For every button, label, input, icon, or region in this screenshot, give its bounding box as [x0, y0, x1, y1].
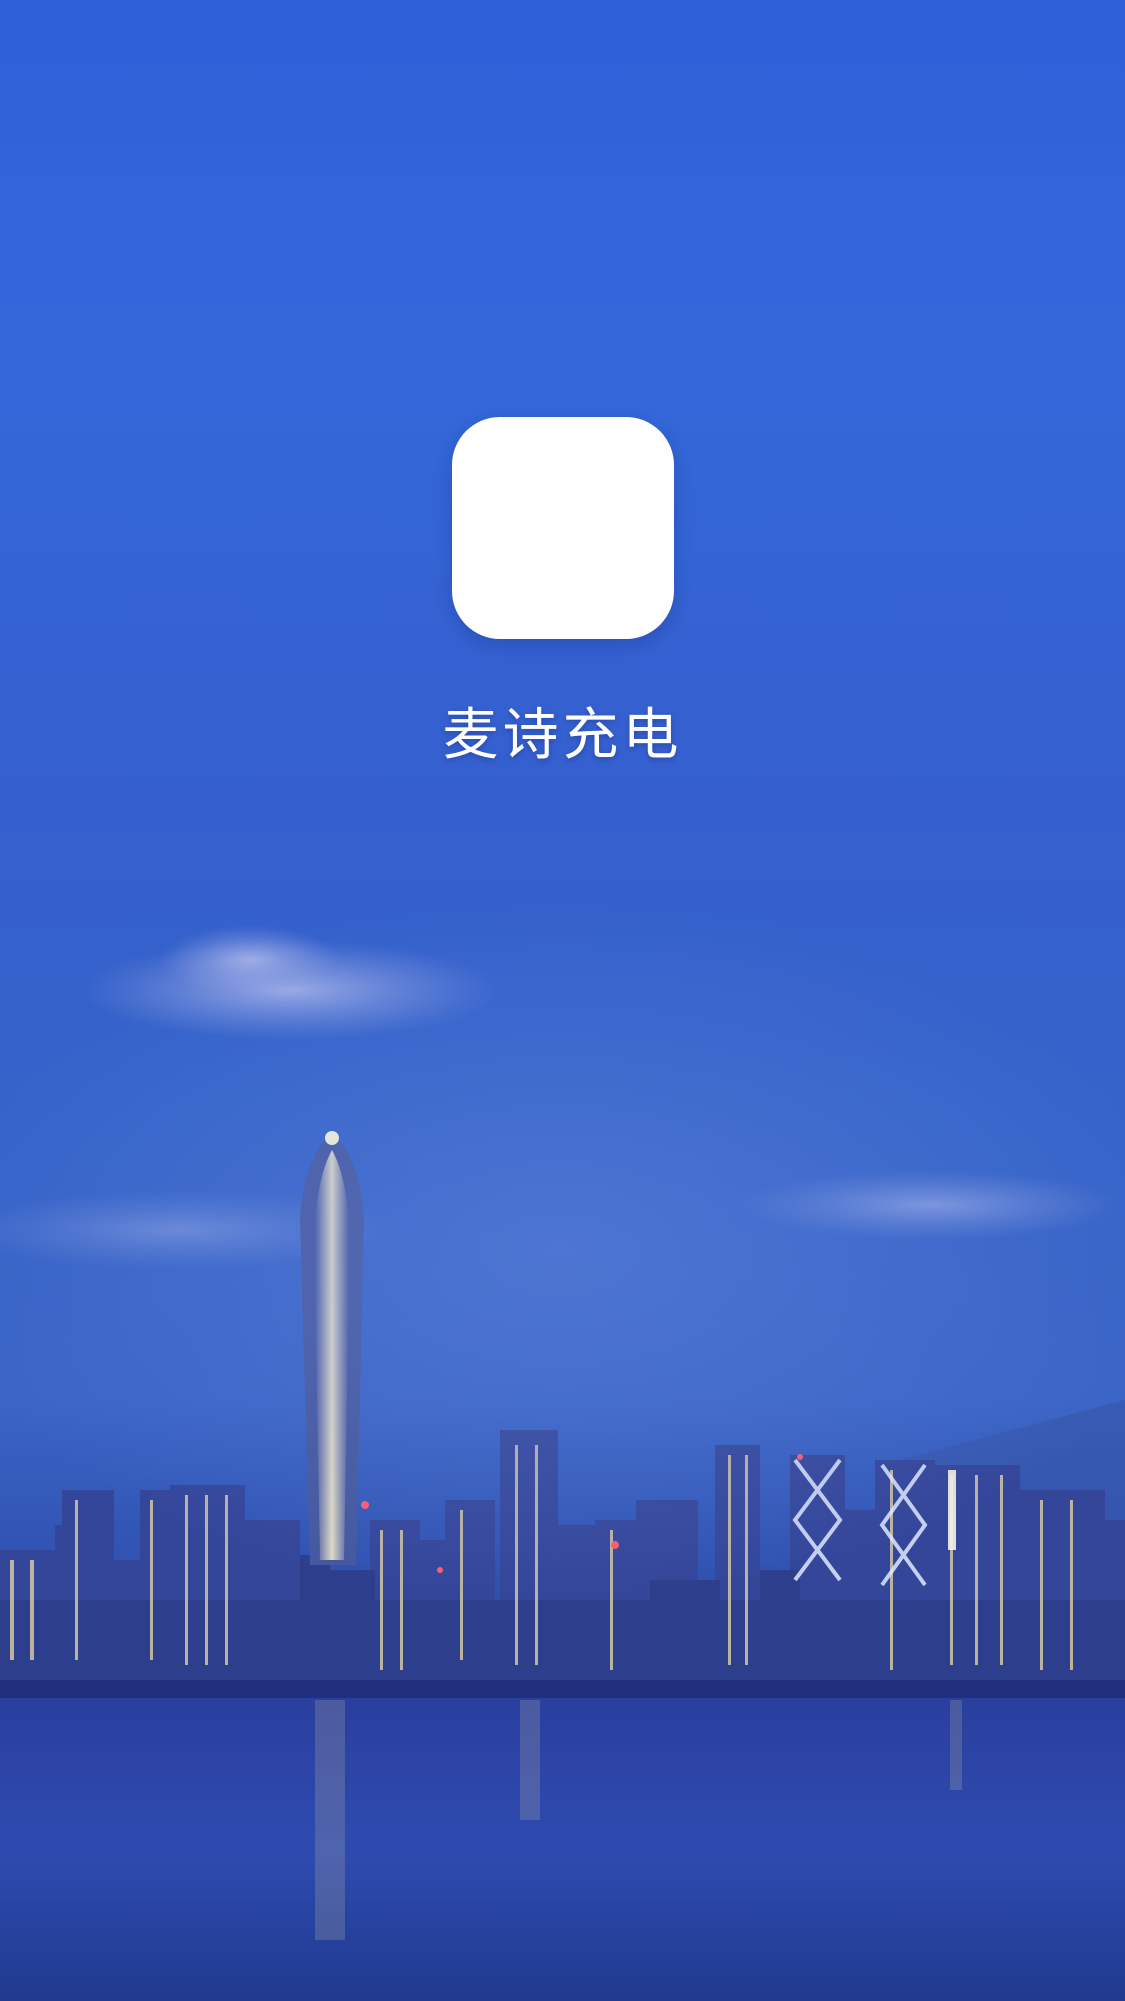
sound-wave-icon — [502, 488, 612, 566]
app-name: 麦诗充电 — [442, 703, 683, 768]
app-logo — [452, 417, 674, 639]
atmosphere-haze — [0, 0, 1125, 2001]
splash-screen: 麦诗充电 — [0, 0, 1125, 2001]
